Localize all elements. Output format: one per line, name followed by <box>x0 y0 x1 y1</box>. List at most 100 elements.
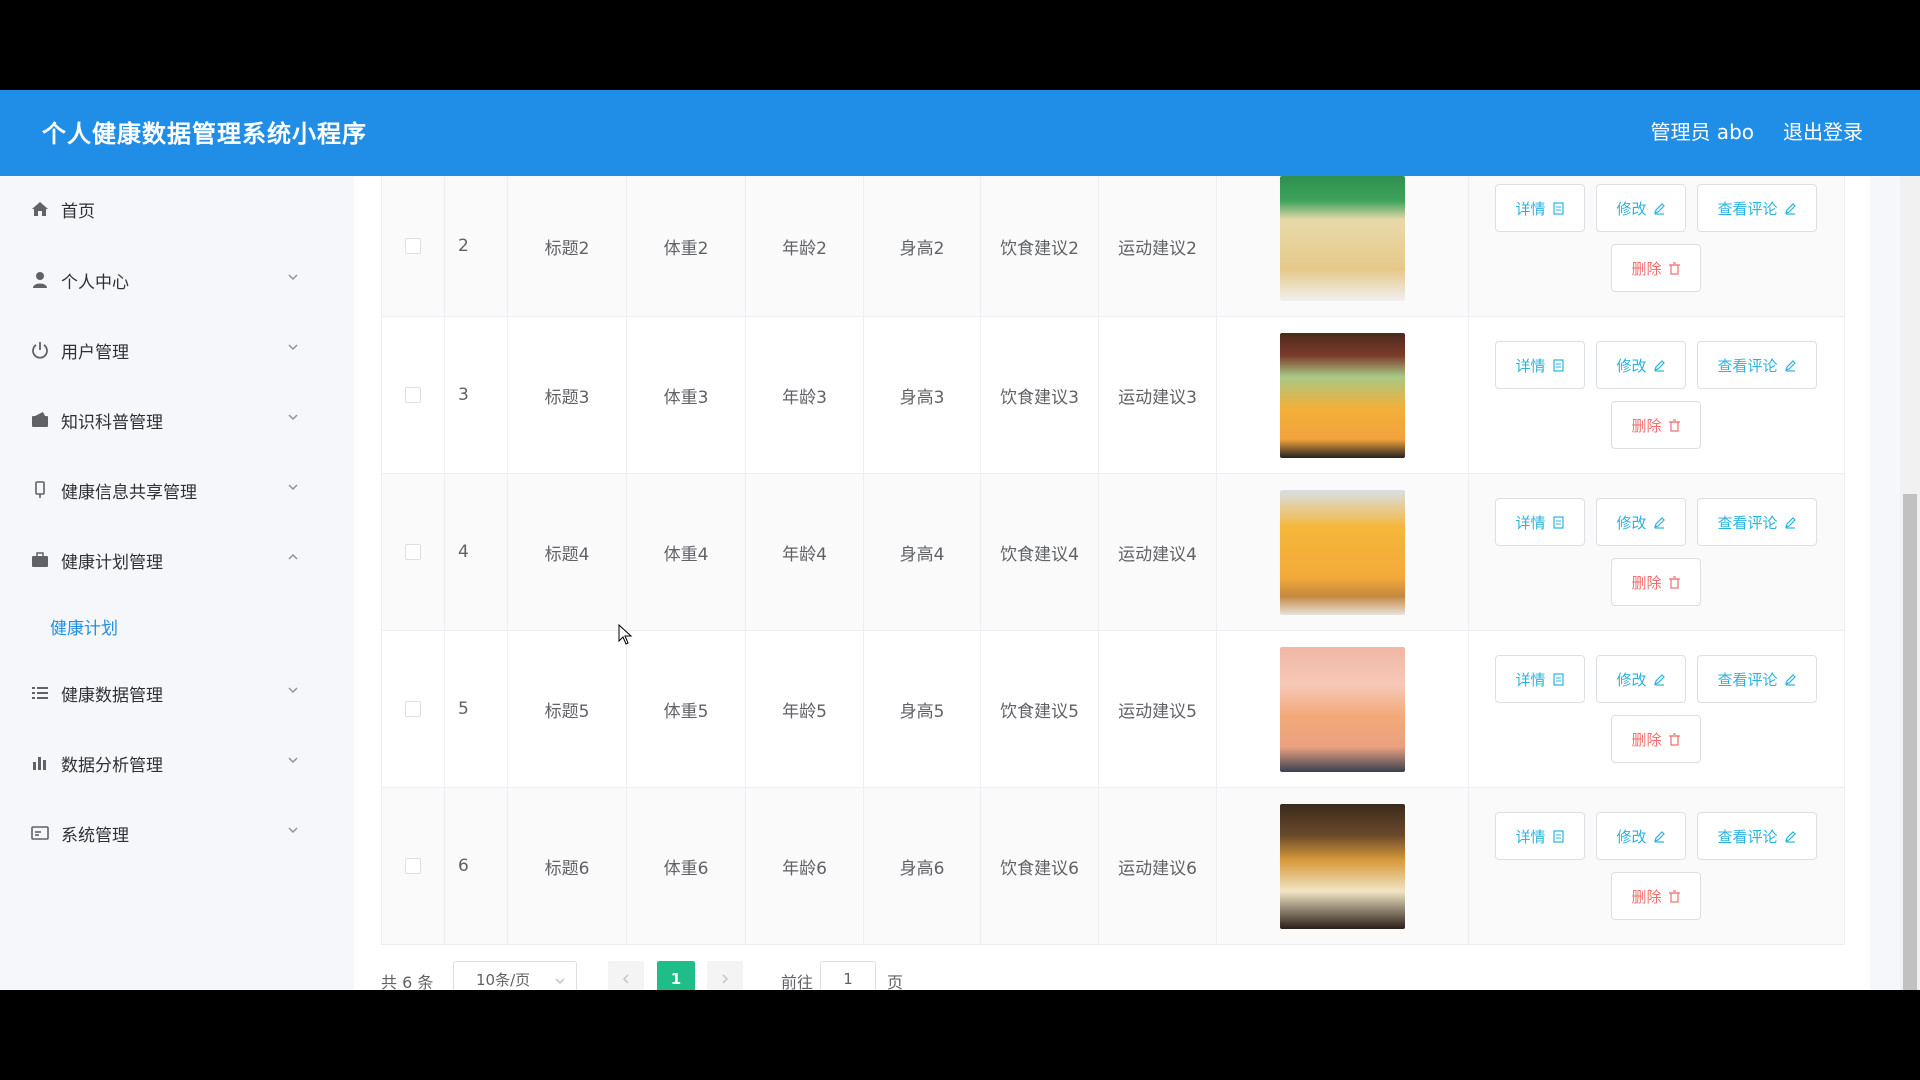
cell-weight: 体重3 <box>627 317 746 473</box>
chevron-down-icon <box>288 757 298 764</box>
edit-label: 修改 <box>1616 356 1647 375</box>
delete-label: 删除 <box>1631 730 1662 749</box>
drink-thumbnail[interactable] <box>1280 332 1405 458</box>
delete-button[interactable]: 删除 <box>1611 401 1701 449</box>
sidebar-item-personal[interactable]: 个人中心 <box>0 252 354 308</box>
cell-height: 身高6 <box>864 788 981 944</box>
chevron-down-icon <box>288 344 298 351</box>
chevron-down-icon <box>288 274 298 281</box>
comments-label: 查看评论 <box>1717 670 1778 689</box>
cell-index: 6 <box>445 788 508 944</box>
sidebar-item-users[interactable]: 用户管理 <box>0 322 354 378</box>
cell-age: 年龄4 <box>746 474 864 630</box>
table-row: 3 标题3 体重3 年龄3 身高3 饮食建议3 运动建议3 详情 修改 查看评论 删除 <box>382 317 1844 474</box>
submenu-item-health-plan[interactable]: 健康计划 <box>0 601 354 651</box>
scrollbar-thumb[interactable] <box>1903 494 1917 990</box>
chevron-left-icon <box>622 974 629 984</box>
delete-button[interactable]: 删除 <box>1611 872 1701 920</box>
cell-exercise: 运动建议6 <box>1099 788 1217 944</box>
next-page-button[interactable] <box>707 961 743 990</box>
cell-age: 年龄3 <box>746 317 864 473</box>
cell-height: 身高5 <box>864 631 981 787</box>
view-comments-button[interactable]: 查看评论 <box>1697 812 1817 860</box>
row-checkbox[interactable] <box>405 387 421 403</box>
edit-icon <box>1653 673 1665 686</box>
goto-page-input[interactable]: 1 <box>820 961 876 990</box>
cell-index: 3 <box>445 317 508 473</box>
detail-button[interactable]: 详情 <box>1495 184 1585 232</box>
sidebar-item-home[interactable]: 首页 <box>0 181 354 237</box>
view-comments-button[interactable]: 查看评论 <box>1697 184 1817 232</box>
cell-exercise: 运动建议4 <box>1099 474 1217 630</box>
cell-age: 年龄5 <box>746 631 864 787</box>
sidebar-item-health-plan[interactable]: 健康计划管理 <box>0 532 354 588</box>
edit-button[interactable]: 修改 <box>1596 812 1686 860</box>
row-checkbox[interactable] <box>405 544 421 560</box>
delete-button[interactable]: 删除 <box>1611 244 1701 292</box>
mouse-cursor-icon <box>618 624 633 645</box>
edit-button[interactable]: 修改 <box>1596 184 1686 232</box>
edit-icon <box>1784 516 1796 529</box>
edit-icon <box>1784 673 1796 686</box>
list-icon <box>29 682 51 704</box>
drink-thumbnail[interactable] <box>1280 803 1405 929</box>
actions-cell: 详情 修改 查看评论删除 <box>1469 788 1846 944</box>
row-checkbox[interactable] <box>405 238 421 254</box>
table-row: 4 标题4 体重4 年龄4 身高4 饮食建议4 运动建议4 详情 修改 查看评论 删除 <box>382 474 1844 631</box>
delete-button[interactable]: 删除 <box>1611 558 1701 606</box>
sidebar-item-system[interactable]: 系统管理 <box>0 805 354 861</box>
page-number-current[interactable]: 1 <box>657 961 695 990</box>
edit-label: 修改 <box>1616 827 1647 846</box>
page-size-select[interactable]: 10条/页 <box>453 961 577 990</box>
page-size-value: 10条/页 <box>476 970 531 989</box>
delete-label: 删除 <box>1631 573 1662 592</box>
sidebar-item-analysis[interactable]: 数据分析管理 <box>0 735 354 791</box>
goto-label: 前往 <box>781 973 814 990</box>
detail-button[interactable]: 详情 <box>1495 812 1585 860</box>
chevron-up-icon <box>288 553 298 560</box>
detail-button[interactable]: 详情 <box>1495 341 1585 389</box>
drink-thumbnail[interactable] <box>1280 489 1405 615</box>
edit-button[interactable]: 修改 <box>1596 341 1686 389</box>
trash-icon <box>1668 418 1680 432</box>
cell-height: 身高4 <box>864 474 981 630</box>
edit-button[interactable]: 修改 <box>1596 655 1686 703</box>
chevron-down-icon <box>555 978 565 985</box>
edit-icon <box>1784 359 1796 372</box>
row-checkbox[interactable] <box>405 858 421 874</box>
pagination-total: 共 6 条 <box>381 973 434 990</box>
edit-icon <box>1653 516 1665 529</box>
prev-page-button[interactable] <box>608 961 644 990</box>
document-icon <box>1552 515 1564 529</box>
logout-button[interactable]: 退出登录 <box>1783 116 1863 145</box>
edit-icon <box>1784 830 1796 843</box>
checkbox-cell <box>382 788 445 944</box>
sidebar-item-label: 健康信息共享管理 <box>61 482 197 503</box>
sidebar-item-knowledge[interactable]: 知识科普管理 <box>0 392 354 448</box>
row-checkbox[interactable] <box>405 701 421 717</box>
delete-label: 删除 <box>1631 259 1662 278</box>
cell-age: 年龄2 <box>746 176 864 316</box>
sidebar-item-health-share[interactable]: 健康信息共享管理 <box>0 462 354 518</box>
cell-weight: 体重5 <box>627 631 746 787</box>
drink-thumbnail[interactable] <box>1280 175 1405 301</box>
scrollbar[interactable] <box>1900 176 1920 990</box>
sidebar-item-label: 首页 <box>61 201 95 222</box>
view-comments-button[interactable]: 查看评论 <box>1697 498 1817 546</box>
delete-button[interactable]: 删除 <box>1611 715 1701 763</box>
view-comments-button[interactable]: 查看评论 <box>1697 341 1817 389</box>
image-cell <box>1217 474 1469 630</box>
actions-cell: 详情 修改 查看评论删除 <box>1469 474 1846 630</box>
edit-button[interactable]: 修改 <box>1596 498 1686 546</box>
detail-button[interactable]: 详情 <box>1495 498 1585 546</box>
detail-button[interactable]: 详情 <box>1495 655 1585 703</box>
drink-thumbnail[interactable] <box>1280 646 1405 772</box>
view-comments-button[interactable]: 查看评论 <box>1697 655 1817 703</box>
cell-diet: 饮食建议2 <box>981 176 1099 316</box>
cell-title: 标题4 <box>508 474 627 630</box>
top-bar: 个人健康数据管理系统小程序 管理员 abo 退出登录 <box>0 90 1920 176</box>
sidebar-item-health-data[interactable]: 健康数据管理 <box>0 665 354 721</box>
power-icon <box>29 339 51 361</box>
image-cell <box>1217 175 1469 316</box>
sidebar: 首页 个人中心 用户管理 知识科普管理 健康信息共享管理 健康计划管理 健康计划… <box>0 176 354 990</box>
